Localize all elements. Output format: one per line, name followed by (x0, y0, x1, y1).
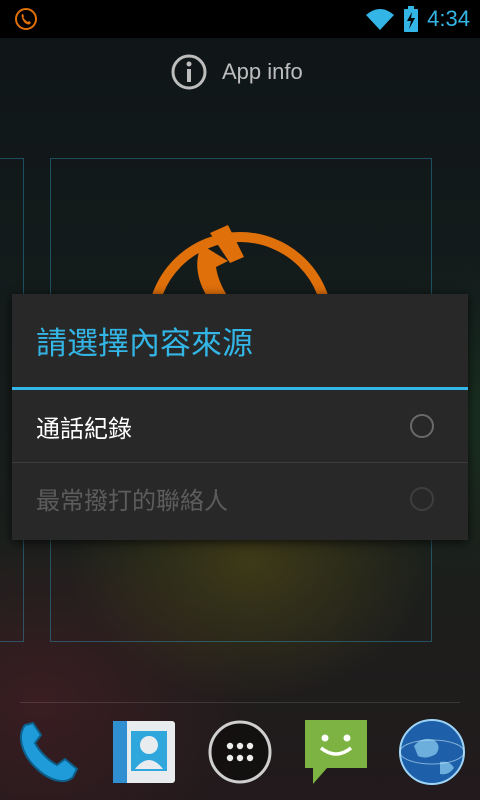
missed-call-icon (15, 8, 37, 30)
dock-divider (20, 702, 460, 703)
all-apps-icon (208, 720, 272, 784)
browser-icon (399, 719, 465, 785)
option-frequent-contacts: 最常撥打的聯絡人 (12, 462, 468, 534)
clock: 4:34 (427, 6, 470, 31)
app-info-drop-target[interactable]: App info (170, 52, 303, 92)
option-label: 最常撥打的聯絡人 (36, 487, 228, 515)
dock-phone[interactable] (8, 712, 84, 792)
content-source-dialog: 請選擇內容來源 通話紀錄 最常撥打的聯絡人 (12, 294, 468, 540)
contacts-icon (113, 721, 175, 783)
messaging-icon (305, 720, 367, 784)
dock-contacts[interactable] (106, 712, 182, 792)
option-label: 通話紀錄 (36, 414, 132, 443)
wifi-icon (366, 9, 395, 30)
status-bar: 4:34 (0, 0, 480, 38)
app-info-label: App info (222, 59, 303, 84)
dock (0, 712, 480, 800)
phone-icon (19, 721, 79, 783)
battery-charging-icon (404, 6, 419, 32)
dock-browser[interactable] (394, 712, 470, 792)
dock-messaging[interactable] (298, 712, 374, 792)
dock-all-apps[interactable] (202, 712, 278, 792)
dialog-title: 請選擇內容來源 (12, 294, 468, 390)
info-icon (171, 54, 207, 90)
radio-button (410, 486, 434, 511)
radio-button[interactable] (410, 414, 434, 438)
option-call-log[interactable]: 通話紀錄 (12, 390, 468, 462)
